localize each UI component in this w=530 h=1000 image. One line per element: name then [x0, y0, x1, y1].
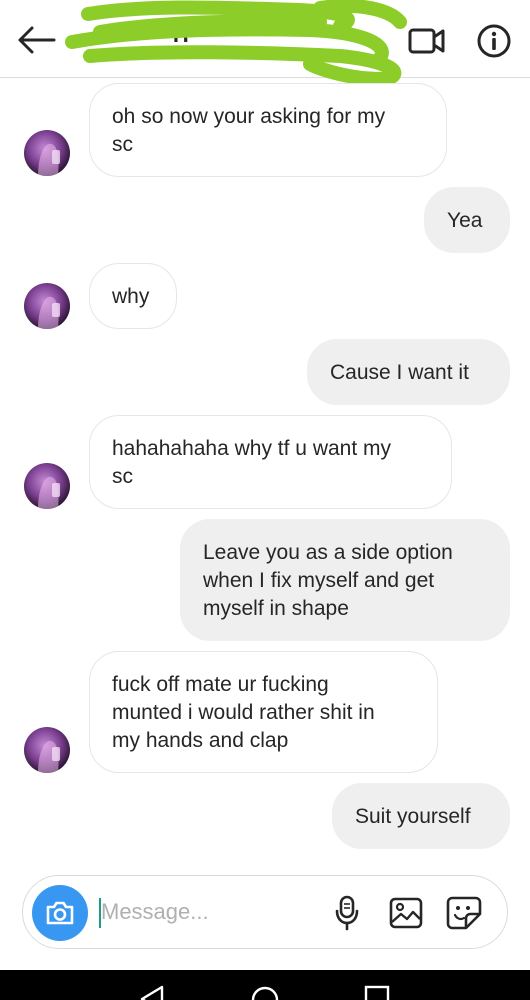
voice-message-button[interactable] [329, 894, 365, 932]
message-bubble-received[interactable]: hahahahaha why tf u want my sc [89, 415, 452, 509]
gallery-button[interactable] [387, 894, 425, 932]
microphone-icon [335, 895, 359, 931]
nav-home-icon[interactable] [250, 985, 280, 1000]
message-bubble-received[interactable]: why [89, 263, 177, 329]
system-navigation-bar [0, 970, 530, 1000]
message-input[interactable] [101, 892, 321, 932]
arrow-left-icon [18, 26, 56, 54]
sticker-button[interactable] [445, 894, 483, 932]
image-gallery-icon [389, 897, 423, 929]
sticker-icon [446, 896, 482, 930]
chat-header: • • • • • • H [0, 0, 530, 86]
message-bubble-received[interactable]: oh so now your asking for my sc [89, 83, 447, 177]
message-bubble-sent[interactable]: Suit yourself [332, 783, 510, 849]
camera-icon [46, 901, 74, 925]
video-call-button[interactable] [404, 22, 450, 60]
nav-back-icon[interactable] [138, 985, 166, 1000]
message-bubble-received[interactable]: fuck off mate ur fucking munted i would … [89, 651, 438, 773]
back-button[interactable] [14, 22, 58, 58]
sender-avatar[interactable] [24, 463, 70, 509]
message-composer [22, 875, 508, 949]
message-bubble-sent[interactable]: Leave you as a side option when I fix my… [180, 519, 510, 641]
video-camera-icon [408, 28, 445, 54]
camera-button[interactable] [32, 885, 88, 941]
sender-avatar[interactable] [24, 283, 70, 329]
sender-avatar[interactable] [24, 130, 70, 176]
redaction-scribble [65, 0, 407, 86]
info-button[interactable] [474, 22, 514, 60]
message-bubble-sent[interactable]: Cause I want it [307, 339, 510, 405]
info-circle-icon [477, 24, 511, 58]
sender-avatar[interactable] [24, 727, 70, 773]
message-bubble-sent[interactable]: Yea [424, 187, 510, 253]
nav-recents-icon[interactable] [364, 985, 390, 1000]
